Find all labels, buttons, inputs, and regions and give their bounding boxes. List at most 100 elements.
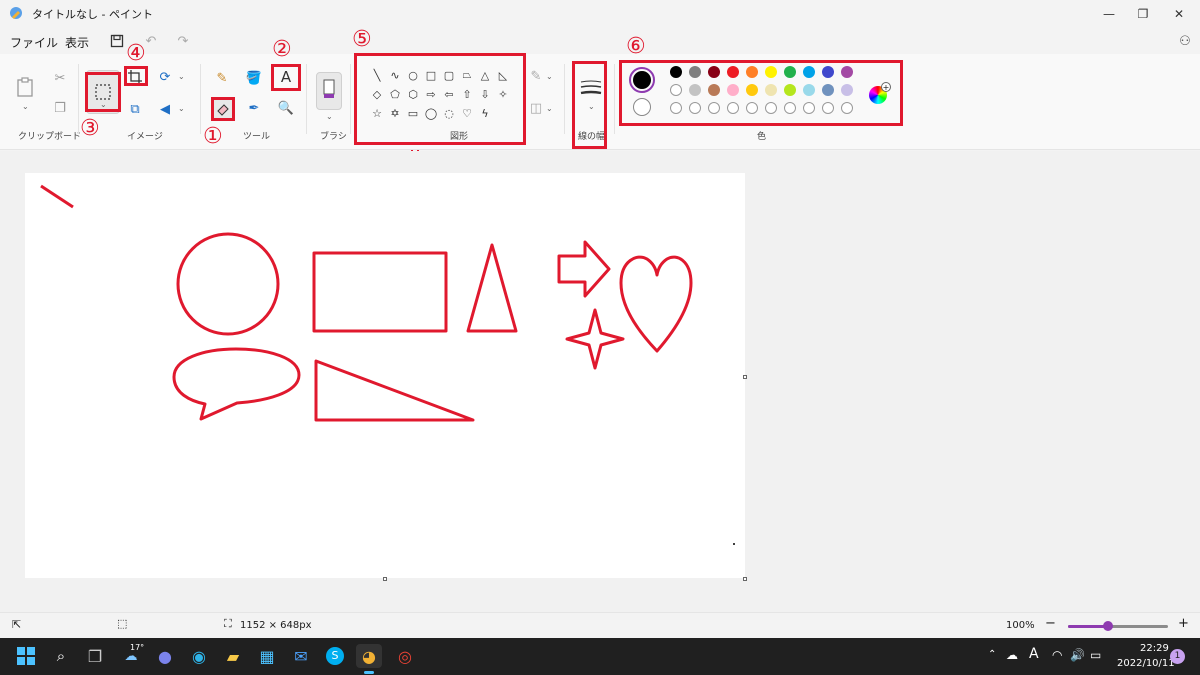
- redo-icon: ↷: [177, 33, 189, 49]
- paste-icon: [17, 77, 33, 97]
- file-explorer-button[interactable]: ▰: [220, 644, 246, 668]
- teams-chat-button[interactable]: ●: [152, 644, 178, 668]
- drawn-circle: [176, 232, 280, 336]
- brush-icon: [323, 79, 335, 98]
- battery-icon[interactable]: ▭: [1090, 648, 1101, 662]
- clock-date[interactable]: 2022/10/11: [1117, 658, 1175, 669]
- chat-icon: ●: [158, 646, 172, 666]
- task-view-button[interactable]: ❐: [82, 644, 108, 668]
- menu-file[interactable]: ファイル: [10, 34, 58, 51]
- paste-chevron-icon: ⌄: [22, 102, 29, 111]
- resize-handle-right[interactable]: [743, 375, 747, 379]
- search-button[interactable]: ⌕: [48, 644, 74, 668]
- resize-handle-corner[interactable]: [743, 577, 747, 581]
- undo-icon: ↶: [145, 33, 157, 49]
- outline-chevron-icon: ⌄: [546, 72, 553, 81]
- selection-size-icon: ⬚: [117, 617, 128, 630]
- edge-button[interactable]: ◉: [186, 644, 212, 668]
- drawn-triangle: [466, 243, 518, 333]
- save-button[interactable]: [108, 32, 126, 50]
- outline-icon: ✎: [530, 68, 542, 84]
- zoom-slider-fill: [1068, 625, 1108, 628]
- title-bar: タイトルなし - ペイント — ❐ ✕: [0, 0, 1200, 28]
- close-button[interactable]: ✕: [1156, 0, 1200, 28]
- copy-icon: ❐: [54, 100, 66, 116]
- skype-button[interactable]: S: [322, 644, 348, 668]
- notification-badge[interactable]: 1: [1170, 649, 1185, 664]
- redo-button[interactable]: ↷: [174, 32, 192, 50]
- canvas-size-icon: ⛶: [224, 617, 232, 630]
- ime-indicator[interactable]: A: [1029, 646, 1039, 662]
- drawn-line: [40, 184, 74, 209]
- paint-taskbar-button[interactable]: ◕: [356, 644, 382, 668]
- ribbon-separator: [350, 64, 351, 134]
- restore-icon: ❐: [1137, 7, 1149, 21]
- group-label-clipboard: クリップボード: [18, 132, 82, 142]
- onedrive-icon[interactable]: ☁: [1006, 648, 1018, 662]
- eyedropper-icon: ✒: [248, 100, 260, 116]
- drawing-canvas[interactable]: [25, 173, 745, 578]
- status-bar: ⇱ ⬚ ⛶ 1152 × 648px 100% − +: [0, 612, 1200, 638]
- shape-fill-icon: ◫: [529, 100, 543, 116]
- pencil-button[interactable]: ✎: [212, 68, 232, 88]
- start-button[interactable]: [13, 644, 39, 668]
- windows-taskbar: ⌕ ❐ ☁ 17° ● ◉ ▰ ▦ ✉ S ◕ ◎ ⌃ ☁ A ◠ 🔊 ▭ 22…: [0, 638, 1200, 675]
- resize-button[interactable]: ⧉: [126, 100, 144, 118]
- annotation-box-crop: [124, 66, 148, 86]
- chrome-button[interactable]: ◎: [392, 644, 418, 668]
- group-label-brush: ブラシ: [320, 132, 347, 142]
- edge-icon: ◉: [192, 646, 206, 666]
- zoom-level-text: 100%: [1006, 620, 1035, 631]
- outline-button[interactable]: ✎: [528, 68, 544, 84]
- save-icon: [110, 34, 124, 48]
- menu-view[interactable]: 表示: [65, 34, 89, 51]
- account-button[interactable]: ⚇: [1176, 32, 1194, 50]
- canvas-size-text: 1152 × 648px: [240, 620, 312, 631]
- paste-button[interactable]: [14, 76, 36, 98]
- store-button[interactable]: ▦: [254, 644, 280, 668]
- canvas-workspace: [0, 151, 1200, 612]
- ribbon-separator: [614, 64, 615, 134]
- resize-handle-bottom[interactable]: [383, 577, 387, 581]
- annotation-box-colors: [619, 60, 903, 126]
- cut-button[interactable]: ✂: [50, 68, 70, 88]
- ribbon-separator: [200, 64, 201, 134]
- weather-widget[interactable]: ☁ 17°: [116, 643, 146, 668]
- clock-time[interactable]: 22:29: [1140, 643, 1169, 654]
- annotation-box-shapes: [354, 53, 526, 145]
- ribbon-separator: [306, 64, 307, 134]
- zoom-slider[interactable]: [1068, 621, 1168, 631]
- drawn-star: [565, 308, 625, 370]
- zoom-in-button[interactable]: +: [1178, 616, 1189, 631]
- rotate-chevron-icon: ⌄: [178, 72, 185, 81]
- brush-button[interactable]: [316, 72, 342, 110]
- annotation-box-line-width: [572, 61, 607, 149]
- tray-overflow-icon[interactable]: ⌃: [988, 649, 996, 660]
- cut-icon: ✂: [54, 70, 66, 86]
- active-app-indicator: [364, 671, 374, 674]
- task-view-icon: ❐: [87, 646, 103, 666]
- canvas-drawing: [40, 184, 735, 545]
- pencil-icon: ✎: [216, 70, 228, 86]
- flip-button[interactable]: ◀: [156, 100, 174, 118]
- windows-logo-icon: [17, 647, 35, 665]
- zoom-out-button[interactable]: −: [1045, 616, 1056, 631]
- shape-fill-button[interactable]: ◫: [528, 100, 544, 116]
- copy-button[interactable]: ❐: [50, 98, 70, 118]
- store-icon: ▦: [259, 646, 275, 666]
- account-icon: ⚇: [1179, 33, 1191, 49]
- folder-icon: ▰: [226, 646, 240, 666]
- paint-app-icon: [10, 7, 22, 19]
- rotate-button[interactable]: ⟳: [156, 68, 174, 86]
- wifi-icon[interactable]: ◠: [1052, 648, 1062, 662]
- zoom-slider-thumb[interactable]: [1103, 621, 1113, 631]
- drawn-rectangle: [312, 251, 448, 333]
- fill-button[interactable]: 🪣: [244, 68, 264, 88]
- flip-chevron-icon: ⌄: [178, 104, 185, 113]
- ribbon-separator: [78, 64, 79, 134]
- mail-button[interactable]: ✉: [288, 644, 314, 668]
- volume-icon[interactable]: 🔊: [1070, 648, 1085, 662]
- group-label-tools: ツール: [243, 132, 271, 142]
- magnifier-button[interactable]: 🔍: [276, 98, 296, 118]
- color-picker-button[interactable]: ✒: [244, 98, 264, 118]
